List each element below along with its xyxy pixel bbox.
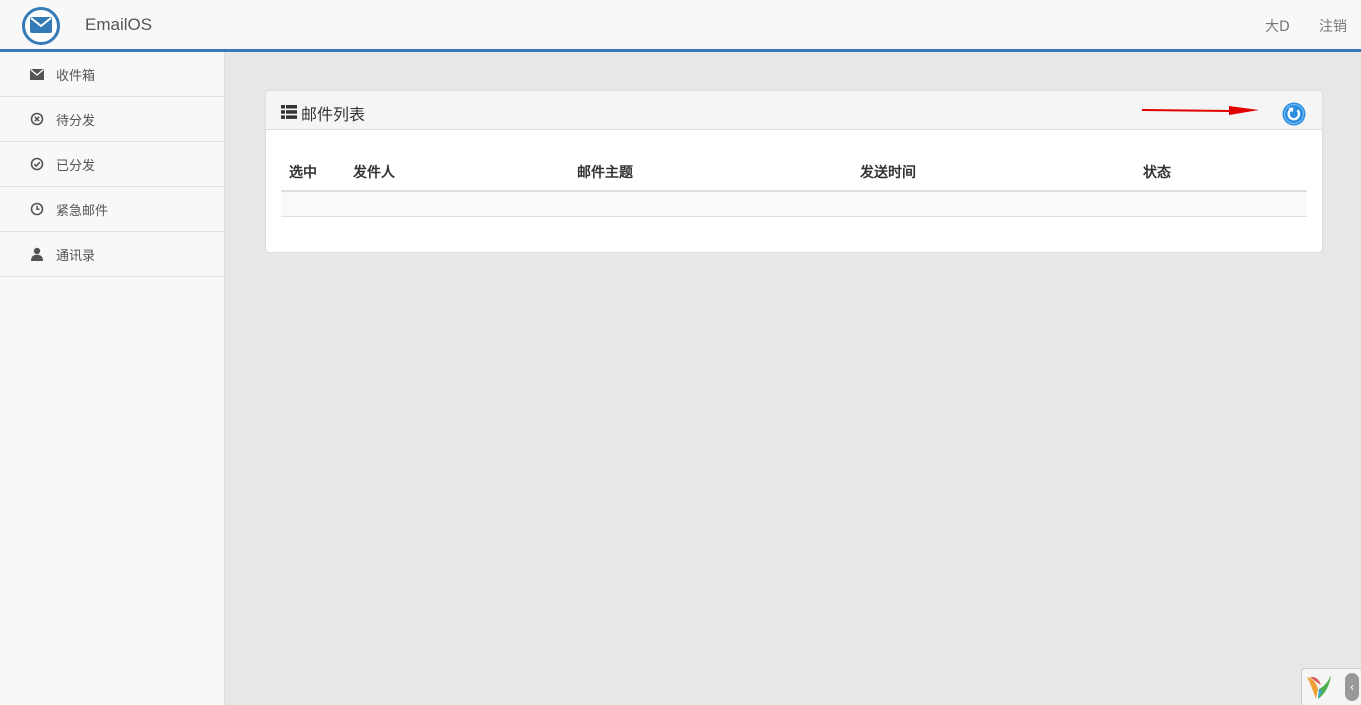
clock-icon (30, 202, 44, 216)
refresh-icon[interactable] (1282, 102, 1306, 126)
sidebar-item-label: 收件箱 (56, 68, 96, 84)
user-link[interactable]: 大D (1265, 16, 1290, 36)
sidebar-item-label: 通讯录 (56, 248, 96, 264)
empty-table-cell (281, 191, 1307, 217)
email-table: 选中 发件人 邮件主题 发送时间 状态 (281, 153, 1307, 217)
panel-title-text: 邮件列表 (301, 105, 366, 124)
column-header-subject[interactable]: 邮件主题 (569, 153, 852, 192)
sidebar-item-label: 待分发 (56, 113, 96, 129)
sidebar-item-urgent[interactable]: 紧急邮件 (0, 187, 224, 232)
table-header-row: 选中 发件人 邮件主题 发送时间 状态 (281, 153, 1307, 192)
column-header-time[interactable]: 发送时间 (852, 153, 1135, 192)
sidebar-item-distributed[interactable]: 已分发 (0, 142, 224, 187)
top-navbar: EmailOS 大D 注销 (0, 0, 1361, 52)
sidebar-item-inbox[interactable]: 收件箱 (0, 52, 224, 97)
user-icon (30, 247, 44, 261)
sidebar-item-contacts[interactable]: 通讯录 (0, 232, 224, 277)
chevron-left-icon[interactable]: ‹ (1345, 673, 1359, 701)
sidebar-item-pending[interactable]: 待分发 (0, 97, 224, 142)
circle-x-icon (30, 112, 44, 126)
brand-title[interactable]: EmailOS (85, 15, 152, 35)
list-icon (281, 104, 297, 123)
envelope-icon (30, 67, 44, 81)
sidebar-item-label: 已分发 (56, 158, 96, 174)
email-list-panel: 邮件列表 选中 发件人 邮件主题 发送时间 状态 (265, 90, 1323, 253)
logout-link[interactable]: 注销 (1319, 16, 1347, 36)
panel-heading: 邮件列表 (266, 91, 1322, 130)
column-header-sender[interactable]: 发件人 (345, 153, 569, 192)
circle-check-icon (30, 157, 44, 171)
panel-title: 邮件列表 (281, 101, 365, 125)
yii-logo-icon (1307, 675, 1331, 699)
sidebar-item-label: 紧急邮件 (56, 203, 109, 219)
envelope-logo-icon[interactable] (22, 7, 60, 45)
debug-toolbar[interactable]: ‹ (1301, 668, 1361, 705)
annotation-arrow (1141, 106, 1259, 115)
sidebar: 收件箱 待分发 已分发 紧急邮件 通讯录 (0, 52, 225, 705)
column-header-status[interactable]: 状态 (1135, 153, 1307, 192)
table-row-empty (281, 191, 1307, 217)
column-header-select[interactable]: 选中 (281, 153, 345, 192)
